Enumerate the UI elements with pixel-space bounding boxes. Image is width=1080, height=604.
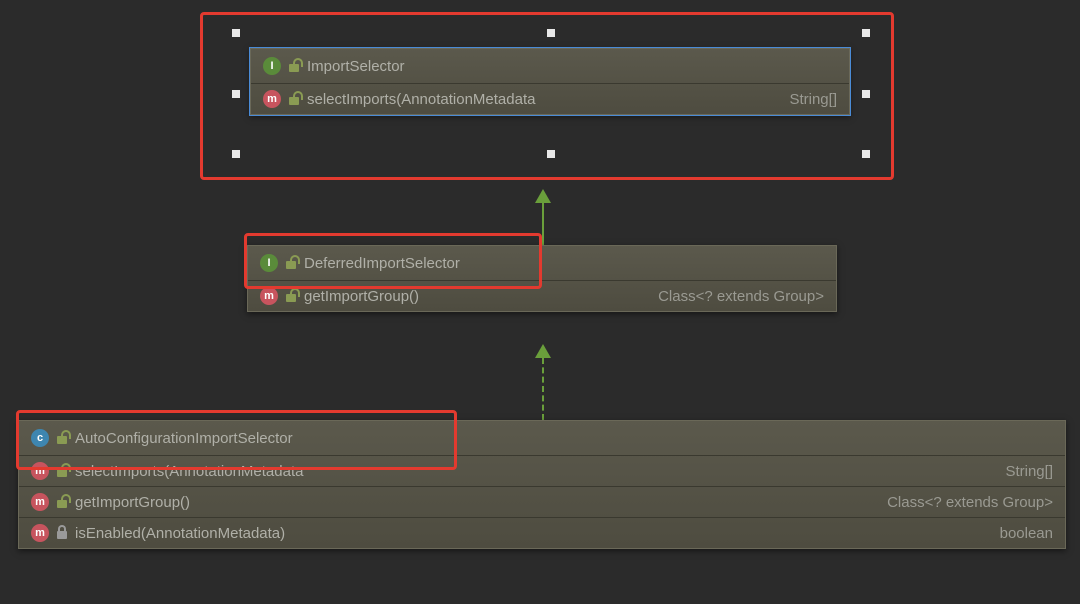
open-lock-icon <box>57 496 67 508</box>
class-icon <box>31 429 49 447</box>
type-name: ImportSelector <box>307 58 405 75</box>
interface-box-import-selector[interactable]: ImportSelector selectImports(AnnotationM… <box>250 48 850 115</box>
selection-handle[interactable] <box>232 150 240 158</box>
open-lock-icon <box>286 257 296 269</box>
closed-lock-icon <box>57 527 67 539</box>
method-row[interactable]: selectImports(AnnotationMetadata String[… <box>19 456 1065 487</box>
type-name: AutoConfigurationImportSelector <box>75 430 293 447</box>
open-lock-icon <box>286 290 296 302</box>
title-row: AutoConfigurationImportSelector <box>19 421 1065 456</box>
selection-handle[interactable] <box>232 90 240 98</box>
method-signature: selectImports(AnnotationMetadata <box>307 91 535 108</box>
method-signature: isEnabled(AnnotationMetadata) <box>75 525 285 542</box>
selection-handle[interactable] <box>862 90 870 98</box>
implements-arrow <box>542 358 544 420</box>
method-signature: getImportGroup() <box>75 494 190 511</box>
method-row[interactable]: getImportGroup() Class<? extends Group> <box>19 487 1065 518</box>
open-lock-icon <box>57 465 67 477</box>
open-lock-icon <box>289 93 299 105</box>
selection-handle[interactable] <box>862 29 870 37</box>
method-row[interactable]: isEnabled(AnnotationMetadata) boolean <box>19 518 1065 548</box>
return-type: Class<? extends Group> <box>628 288 824 305</box>
class-hierarchy-diagram: ImportSelector selectImports(AnnotationM… <box>0 0 1080 604</box>
open-lock-icon <box>57 432 67 444</box>
return-type: String[] <box>759 91 837 108</box>
method-icon <box>31 493 49 511</box>
return-type: String[] <box>975 463 1053 480</box>
method-icon <box>260 287 278 305</box>
arrow-head-icon <box>535 344 551 358</box>
title-row: DeferredImportSelector <box>248 246 836 281</box>
selection-handle[interactable] <box>547 29 555 37</box>
inheritance-arrow <box>542 203 544 245</box>
selection-handle[interactable] <box>862 150 870 158</box>
type-name: DeferredImportSelector <box>304 255 460 272</box>
title-row: ImportSelector <box>251 49 849 84</box>
selection-handle[interactable] <box>232 29 240 37</box>
interface-box-deferred-import-selector[interactable]: DeferredImportSelector getImportGroup() … <box>247 245 837 312</box>
method-signature: selectImports(AnnotationMetadata <box>75 463 303 480</box>
method-row[interactable]: selectImports(AnnotationMetadata String[… <box>251 84 849 114</box>
method-row[interactable]: getImportGroup() Class<? extends Group> <box>248 281 836 311</box>
arrow-head-icon <box>535 189 551 203</box>
method-icon <box>31 462 49 480</box>
selection-handle[interactable] <box>547 150 555 158</box>
method-icon <box>263 90 281 108</box>
return-type: boolean <box>970 525 1053 542</box>
interface-icon <box>260 254 278 272</box>
open-lock-icon <box>289 60 299 72</box>
class-box-auto-configuration-import-selector[interactable]: AutoConfigurationImportSelector selectIm… <box>18 420 1066 549</box>
interface-icon <box>263 57 281 75</box>
method-icon <box>31 524 49 542</box>
return-type: Class<? extends Group> <box>857 494 1053 511</box>
method-signature: getImportGroup() <box>304 288 419 305</box>
